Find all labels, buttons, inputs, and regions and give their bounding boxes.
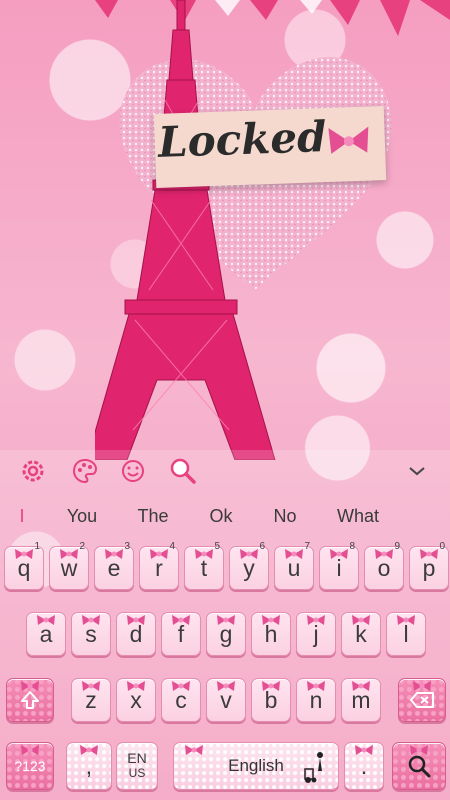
poodle-icon	[304, 752, 323, 783]
bow-icon	[261, 605, 281, 625]
bow-icon	[36, 605, 56, 625]
emoji-icon[interactable]	[118, 456, 148, 486]
cursor-indicator: I	[19, 506, 25, 526]
key-e[interactable]: 3e	[94, 541, 134, 590]
bow-icon	[351, 671, 371, 691]
bow-icon	[354, 735, 374, 755]
key-i[interactable]: 8i	[319, 541, 359, 590]
bow-icon	[59, 539, 79, 559]
locked-text: Locked	[157, 112, 328, 167]
key-c[interactable]: c	[161, 678, 201, 722]
key-j[interactable]: j	[296, 612, 336, 656]
suggestion-word[interactable]: No	[273, 506, 296, 527]
backspace-icon	[410, 692, 434, 708]
bow-icon	[216, 671, 236, 691]
keyboard-toolbar	[0, 450, 450, 494]
spacebar-key[interactable]: English	[173, 742, 339, 790]
key-g[interactable]: g	[206, 612, 246, 656]
gear-icon[interactable]	[18, 456, 48, 486]
bow-icon	[81, 671, 101, 691]
bow-icon	[149, 539, 169, 559]
bow-icon	[20, 735, 40, 755]
shift-icon	[21, 691, 39, 709]
search-icon	[408, 755, 431, 778]
symbols-key[interactable]: ?123	[6, 742, 54, 790]
key-v[interactable]: v	[206, 678, 246, 722]
key-x[interactable]: x	[116, 678, 156, 722]
key-d[interactable]: d	[116, 612, 156, 656]
bow-icon	[419, 539, 439, 559]
key-a[interactable]: a	[26, 612, 66, 656]
bow-icon	[374, 539, 394, 559]
suggestion-word[interactable]: Ok	[209, 506, 232, 527]
suggestion-word[interactable]: The	[137, 506, 168, 527]
key-s[interactable]: s	[71, 612, 111, 656]
bow-icon	[396, 605, 416, 625]
shift-key[interactable]	[6, 678, 54, 722]
locked-plate: Locked	[153, 106, 387, 188]
bow-icon	[409, 735, 429, 755]
key-w[interactable]: 2w	[49, 541, 89, 590]
search-icon[interactable]	[168, 456, 198, 486]
key-l[interactable]: l	[386, 612, 426, 656]
key-z[interactable]: z	[71, 678, 111, 722]
bow-icon	[126, 605, 146, 625]
search-key[interactable]	[392, 742, 446, 790]
key-t[interactable]: 5t	[184, 541, 224, 590]
bow-icon	[104, 539, 124, 559]
bow-icon	[306, 605, 326, 625]
key-m[interactable]: m	[341, 678, 381, 722]
key-n[interactable]: n	[296, 678, 336, 722]
key-p[interactable]: 0p	[409, 541, 449, 590]
palette-icon[interactable]	[70, 456, 100, 486]
bow-icon	[184, 735, 204, 755]
bow-icon	[239, 539, 259, 559]
keyboard: I You The Ok No What 1q 2w 3e 4r 5t 6y 7…	[0, 450, 450, 800]
bow-icon	[306, 671, 326, 691]
chevron-down-icon[interactable]	[402, 456, 432, 486]
bow-icon	[194, 539, 214, 559]
key-b[interactable]: b	[251, 678, 291, 722]
period-key[interactable]: .	[344, 742, 384, 790]
bow-icon	[171, 671, 191, 691]
backspace-key[interactable]	[398, 678, 446, 722]
key-h[interactable]: h	[251, 612, 291, 656]
bow-icon	[329, 539, 349, 559]
bow-icon	[126, 671, 146, 691]
bow-icon	[81, 605, 101, 625]
key-o[interactable]: 9o	[364, 541, 404, 590]
language-switch-key[interactable]: EN US	[116, 742, 158, 790]
suggestion-word[interactable]: You	[67, 506, 97, 527]
suggestion-bar: I You The Ok No What	[0, 500, 450, 536]
bow-icon	[20, 671, 40, 691]
key-k[interactable]: k	[341, 612, 381, 656]
bow-icon	[328, 126, 369, 154]
comma-key[interactable]: ,	[66, 742, 112, 790]
key-q[interactable]: 1q	[4, 541, 44, 590]
key-r[interactable]: 4r	[139, 541, 179, 590]
suggestion-word[interactable]: What	[337, 506, 379, 527]
bow-icon	[216, 605, 236, 625]
bow-icon	[171, 605, 191, 625]
bow-icon	[14, 539, 34, 559]
bow-icon	[79, 735, 99, 755]
bow-icon	[412, 671, 432, 691]
bow-icon	[351, 605, 371, 625]
key-y[interactable]: 6y	[229, 541, 269, 590]
key-f[interactable]: f	[161, 612, 201, 656]
bow-icon	[284, 539, 304, 559]
key-u[interactable]: 7u	[274, 541, 314, 590]
eiffel-tower	[95, 0, 276, 460]
bow-icon	[261, 671, 281, 691]
